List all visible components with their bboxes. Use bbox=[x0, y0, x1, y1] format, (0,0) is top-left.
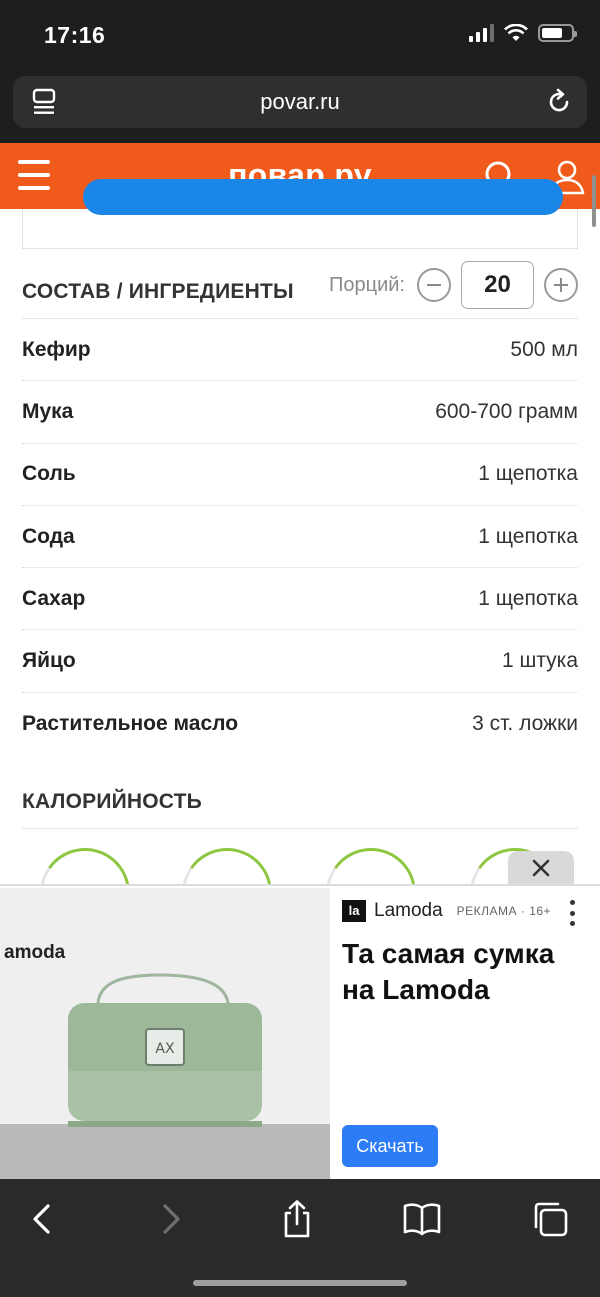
status-icons bbox=[469, 24, 577, 42]
ingredient-amount: 1 щепотка bbox=[478, 524, 578, 548]
ad-brand-row: la Lamoda РЕКЛАМА · 16+ bbox=[342, 900, 551, 922]
share-icon[interactable] bbox=[277, 1199, 317, 1239]
ingredient-amount: 3 ст. ложки bbox=[472, 711, 578, 735]
scroll-indicator bbox=[592, 175, 596, 227]
ingredient-amount: 1 щепотка bbox=[478, 586, 578, 610]
portions-input[interactable]: 20 bbox=[461, 261, 534, 309]
lamoda-logo: la bbox=[342, 900, 366, 922]
bookmarks-icon[interactable] bbox=[402, 1199, 442, 1239]
ad-tag: РЕКЛАМА · 16+ bbox=[456, 904, 552, 918]
ingredient-name: Сода bbox=[22, 524, 75, 548]
close-icon[interactable] bbox=[531, 858, 551, 878]
portions-decrease-button[interactable] bbox=[417, 268, 451, 302]
calories-title: КАЛОРИЙНОСТЬ bbox=[22, 790, 202, 813]
svg-text:AX: AX bbox=[155, 1041, 175, 1057]
ingredient-row: Растительное масло 3 ст. ложки bbox=[22, 693, 578, 755]
home-indicator bbox=[193, 1280, 407, 1286]
ingredient-name: Яйцо bbox=[22, 649, 76, 673]
ingredient-row: Мука 600-700 грамм bbox=[22, 381, 578, 444]
ingredient-row: Кефир 500 мл bbox=[22, 319, 578, 382]
ad-close-button[interactable] bbox=[508, 851, 574, 886]
portions-label: Порций: bbox=[329, 273, 405, 296]
ad-title[interactable]: Та самая сумка на Lamoda bbox=[342, 936, 582, 1008]
ingredient-name: Кефир bbox=[22, 337, 91, 361]
handbag-icon: AX bbox=[68, 973, 262, 1127]
url-text[interactable]: povar.ru bbox=[13, 89, 587, 115]
ingredient-row: Сахар 1 щепотка bbox=[22, 568, 578, 631]
ingredient-row: Сода 1 щепотка bbox=[22, 506, 578, 569]
ingredient-name: Соль bbox=[22, 462, 76, 486]
portions-increase-button[interactable] bbox=[544, 268, 578, 302]
ad-brand: Lamoda bbox=[374, 900, 443, 921]
ingredient-amount: 500 мл bbox=[510, 337, 578, 361]
ad-banner[interactable]: amoda AX la Lamoda РЕКЛАМА · 16+ Та сама… bbox=[0, 884, 600, 1181]
ingredient-row: Соль 1 щепотка bbox=[22, 444, 578, 506]
browser-chrome: 17:16 povar.ru bbox=[0, 0, 600, 143]
address-bar[interactable]: povar.ru bbox=[13, 76, 587, 128]
ingredient-name: Растительное масло bbox=[22, 711, 239, 735]
more-options-icon[interactable] bbox=[570, 900, 576, 926]
battery-icon bbox=[538, 24, 577, 42]
ad-image-brand: amoda bbox=[4, 942, 66, 963]
reload-icon[interactable] bbox=[545, 88, 573, 116]
status-time: 17:16 bbox=[44, 22, 106, 48]
ingredient-amount: 1 щепотка bbox=[478, 462, 578, 486]
ingredient-amount: 1 штука bbox=[501, 649, 578, 673]
ingredient-name: Мука bbox=[22, 399, 74, 423]
wifi-icon bbox=[504, 24, 528, 41]
tabs-icon[interactable] bbox=[530, 1199, 570, 1239]
forward-icon[interactable] bbox=[151, 1199, 191, 1239]
ad-download-button[interactable]: Скачать bbox=[342, 1125, 438, 1167]
previous-card bbox=[22, 179, 578, 249]
cellular-signal-icon bbox=[469, 24, 494, 42]
previous-card-button[interactable] bbox=[83, 179, 563, 215]
portions-control: Порций: 20 bbox=[329, 261, 578, 309]
ingredient-row: Яйцо 1 штука bbox=[22, 630, 578, 693]
ingredient-name: Сахар bbox=[22, 586, 86, 610]
ingredient-amount: 600-700 грамм bbox=[435, 399, 578, 423]
ingredients-list: Кефир 500 мл Мука 600-700 грамм Соль 1 щепотк… bbox=[22, 318, 578, 755]
ad-image[interactable]: amoda AX bbox=[0, 888, 330, 1181]
calories-divider bbox=[22, 828, 578, 829]
ingredients-title: СОСТАВ / ИНГРЕДИЕНТЫ bbox=[22, 280, 294, 303]
back-icon[interactable] bbox=[22, 1199, 62, 1239]
